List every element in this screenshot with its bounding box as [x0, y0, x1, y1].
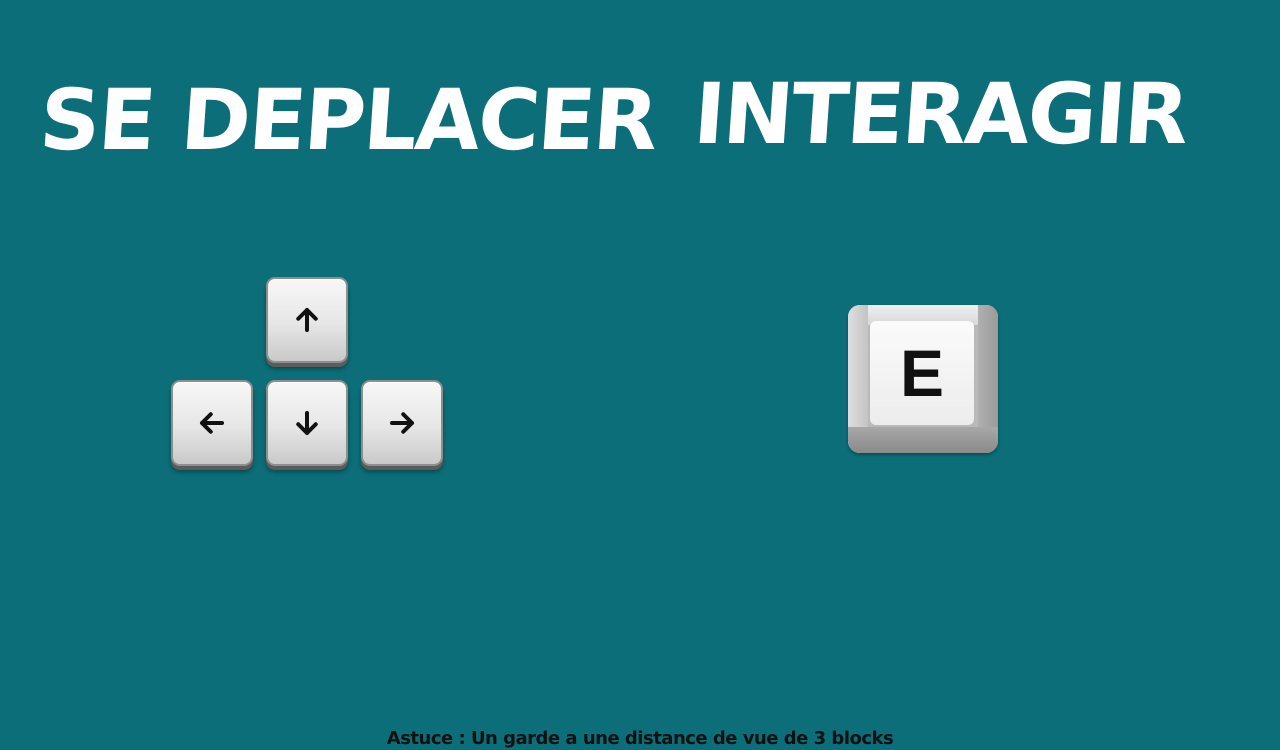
down-arrow-key: [266, 380, 348, 466]
left-arrow-icon: [200, 412, 224, 434]
right-arrow-icon: [390, 412, 414, 434]
e-key-label: E: [870, 321, 974, 425]
e-key: E: [848, 305, 998, 453]
down-arrow-icon: [296, 411, 318, 435]
key-bevel-bottom: [848, 427, 998, 453]
left-arrow-key: [171, 380, 253, 466]
interact-heading: INTERAGIR: [690, 65, 1191, 163]
right-arrow-key: [361, 380, 443, 466]
up-arrow-icon: [296, 308, 318, 332]
up-arrow-key: [266, 277, 348, 363]
move-heading: SE DEPLACER: [36, 71, 660, 169]
tip-text: Astuce : Un garde a une distance de vue …: [386, 728, 894, 749]
controls-screen: SE DEPLACER INTERAGIR E Astuce : Un gard…: [0, 0, 1280, 750]
